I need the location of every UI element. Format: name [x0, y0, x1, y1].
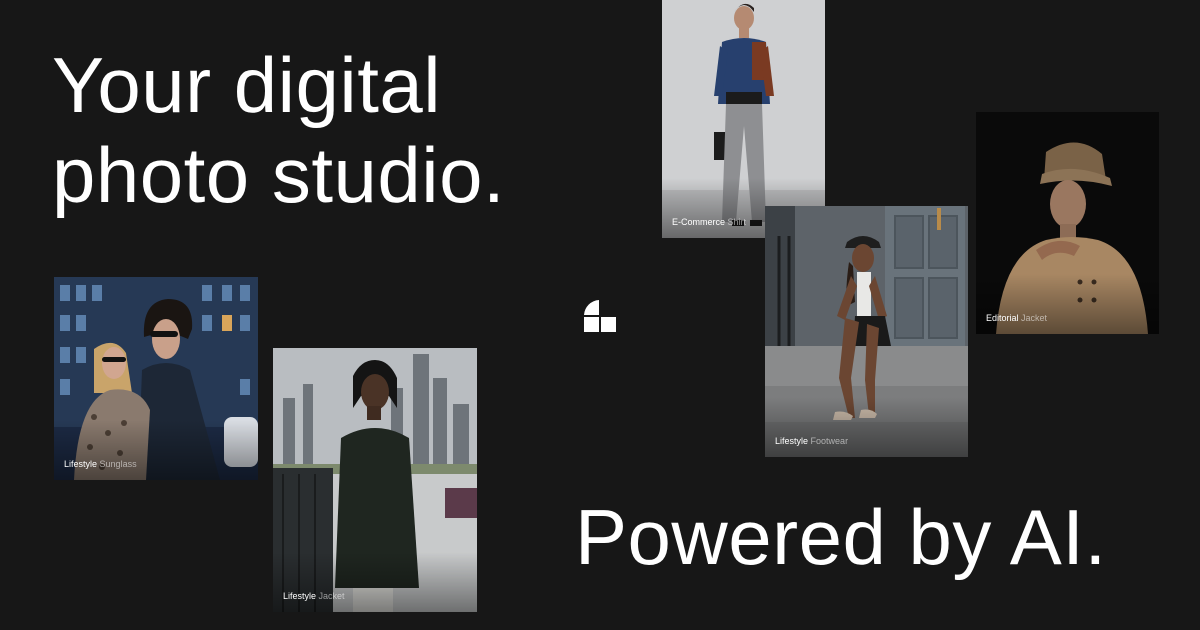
caption-category: Lifestyle — [775, 436, 809, 446]
caption-category: Editorial — [986, 313, 1019, 323]
caption-product: Sunglass — [99, 459, 137, 469]
card-caption: Lifestyle Sunglass — [64, 459, 137, 470]
photo-card-editorial-jacket: Editorial Jacket — [976, 112, 1159, 334]
caption-product: Shirt — [727, 217, 747, 227]
caption-product: Jacket — [1021, 313, 1048, 323]
studio-logo-icon — [584, 300, 616, 332]
caption-category: Lifestyle — [64, 459, 98, 469]
caption-category: Lifestyle — [283, 591, 317, 601]
tagline: Powered by AI. — [575, 493, 1107, 581]
headline-line-2: photo studio. — [52, 131, 506, 219]
card-caption: E-Commerce Shirt — [672, 217, 746, 228]
caption-product: Footwear — [810, 436, 849, 446]
card-caption: Lifestyle Footwear — [775, 436, 848, 447]
headline-line-1: Your digital — [52, 41, 442, 129]
card-caption: Editorial Jacket — [986, 313, 1047, 324]
photo-card-lifestyle-footwear: Lifestyle Footwear — [765, 206, 968, 457]
headline: Your digital photo studio. — [52, 40, 505, 220]
photo-card-lifestyle-sunglass: Lifestyle Sunglass — [54, 277, 258, 480]
caption-category: E-Commerce — [672, 217, 726, 227]
photo-card-ecommerce-shirt: E-Commerce Shirt — [662, 0, 825, 238]
photo-card-lifestyle-jacket: Lifestyle Jacket — [273, 348, 477, 612]
caption-product: Jacket — [318, 591, 345, 601]
card-caption: Lifestyle Jacket — [283, 591, 345, 602]
